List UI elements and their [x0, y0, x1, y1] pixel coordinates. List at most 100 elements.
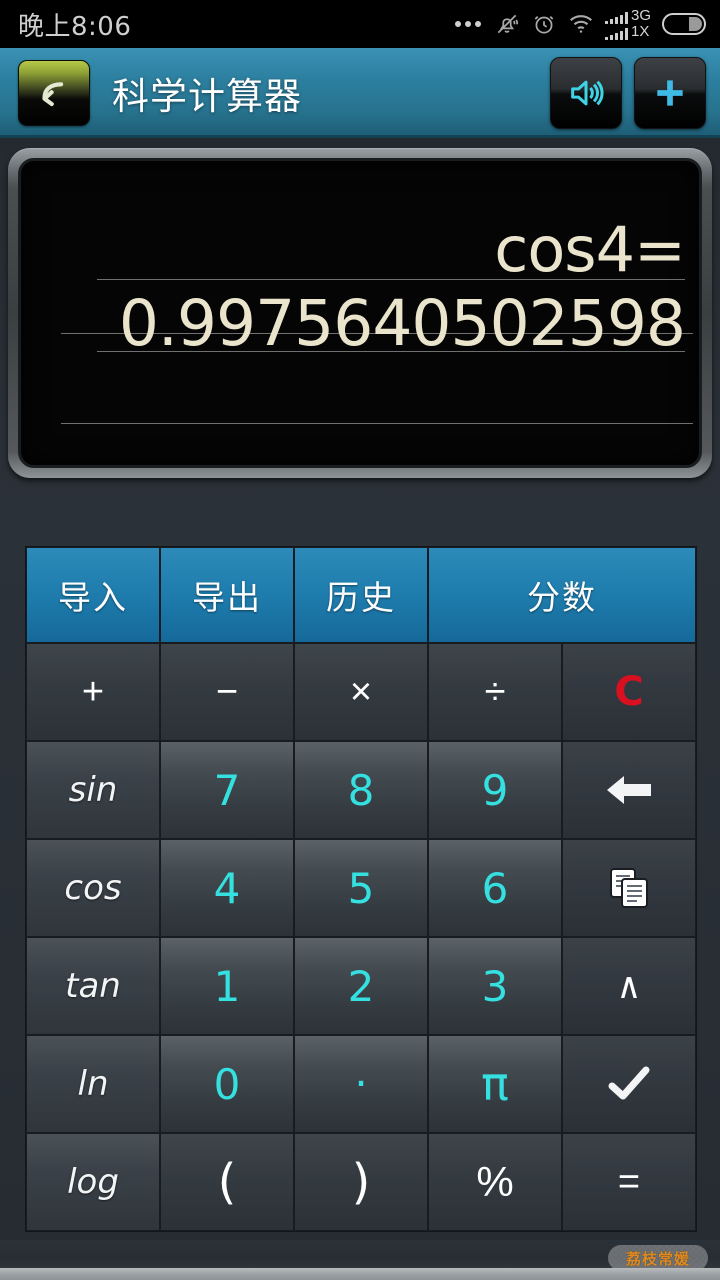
export-button[interactable]: 导出 [160, 547, 294, 643]
key-0-label: 0 [213, 1059, 241, 1109]
app-bar: 科学计算器 [0, 48, 720, 138]
key-percent-label: % [476, 1158, 514, 1205]
key-3-label: 3 [481, 961, 509, 1011]
key-tan[interactable]: tan [26, 937, 160, 1035]
key-sin[interactable]: sin [26, 741, 160, 839]
display-result: 0.9975640502598 [118, 287, 686, 360]
display-expression: cos4= [494, 213, 686, 286]
key-paren-close-label: ) [351, 1154, 371, 1210]
key-9[interactable]: 9 [428, 741, 562, 839]
key-sin-label: sin [68, 770, 118, 810]
key-clear[interactable]: C [562, 643, 696, 741]
key-7-label: 7 [213, 765, 241, 815]
key-6[interactable]: 6 [428, 839, 562, 937]
speaker-icon [571, 80, 604, 106]
key-cos[interactable]: cos [26, 839, 160, 937]
key-paren-open-label: ( [217, 1154, 237, 1210]
plus-icon [657, 80, 683, 106]
key-equals[interactable]: = [562, 1133, 696, 1231]
import-button[interactable]: 导入 [26, 547, 160, 643]
key-8-label: 8 [347, 765, 375, 815]
key-decimal[interactable]: · [294, 1035, 428, 1133]
history-label: 历史 [326, 578, 396, 617]
keypad-row-operators: + − × ÷ C [26, 643, 696, 741]
overflow-dots-icon [454, 21, 481, 27]
calculator-display[interactable]: cos4= 0.9975640502598 [18, 158, 702, 468]
key-multiply-label: × [349, 670, 373, 713]
key-divide[interactable]: ÷ [428, 643, 562, 741]
key-log[interactable]: log [26, 1133, 160, 1231]
page-title: 科学计算器 [112, 75, 302, 118]
key-log-label: log [67, 1162, 119, 1202]
bell-muted-icon [494, 11, 520, 37]
key-8[interactable]: 8 [294, 741, 428, 839]
key-2[interactable]: 2 [294, 937, 428, 1035]
key-minus-label: − [215, 670, 239, 713]
wifi-icon [568, 13, 594, 35]
keypad-row-0-dot-pi: ln 0 · π [26, 1035, 696, 1133]
key-plus-label: + [81, 670, 105, 713]
network-type-primary: 3G [630, 7, 651, 25]
app-bar-actions [550, 57, 706, 129]
key-percent[interactable]: % [428, 1133, 562, 1231]
status-bar: 晚上8:06 3G 1X [0, 0, 720, 48]
key-paren-open[interactable]: ( [160, 1133, 294, 1231]
key-7[interactable]: 7 [160, 741, 294, 839]
keypad-row-456: cos 4 5 6 [26, 839, 696, 937]
key-backspace[interactable] [562, 741, 696, 839]
key-2-label: 2 [347, 961, 375, 1011]
key-4-label: 4 [213, 863, 241, 913]
display-rule-4 [61, 423, 693, 424]
status-icons: 3G 1X [454, 7, 706, 40]
keypad: 导入 导出 历史 分数 + − × ÷ C sin 7 8 9 cos 4 5 … [25, 546, 697, 1232]
key-6-label: 6 [481, 863, 509, 913]
key-power-label: ∧ [618, 965, 640, 1007]
signal-bars-icon: 3G 1X [604, 7, 651, 40]
key-copy[interactable] [562, 839, 696, 937]
key-tan-label: tan [65, 966, 121, 1006]
battery-icon [662, 13, 706, 35]
keypad-row-123: tan 1 2 3 ∧ [26, 937, 696, 1035]
key-3[interactable]: 3 [428, 937, 562, 1035]
key-plus[interactable]: + [26, 643, 160, 741]
key-5-label: 5 [347, 863, 375, 913]
bottom-bar [0, 1268, 720, 1280]
copy-icon [610, 868, 648, 908]
status-time: 晚上8:06 [18, 11, 132, 42]
key-confirm[interactable] [562, 1035, 696, 1133]
key-0[interactable]: 0 [160, 1035, 294, 1133]
backspace-arrow-icon [607, 776, 651, 804]
fraction-label: 分数 [527, 578, 597, 617]
key-9-label: 9 [481, 765, 509, 815]
key-minus[interactable]: − [160, 643, 294, 741]
back-button[interactable] [18, 60, 90, 126]
sound-button[interactable] [550, 57, 622, 129]
keypad-row-789: sin 7 8 9 [26, 741, 696, 839]
key-equals-label: = [617, 1160, 641, 1203]
key-4[interactable]: 4 [160, 839, 294, 937]
network-type-secondary: 1X [630, 23, 650, 40]
keypad-action-row: 导入 导出 历史 分数 [26, 547, 696, 643]
key-pi-label: π [481, 1057, 509, 1111]
import-label: 导入 [58, 578, 128, 617]
export-label: 导出 [192, 578, 262, 617]
key-power[interactable]: ∧ [562, 937, 696, 1035]
key-ln-label: ln [77, 1064, 109, 1104]
key-1[interactable]: 1 [160, 937, 294, 1035]
key-ln[interactable]: ln [26, 1035, 160, 1133]
back-arrow-icon [42, 82, 64, 107]
add-button[interactable] [634, 57, 706, 129]
checkmark-icon [608, 1066, 650, 1100]
key-clear-label: C [614, 669, 644, 715]
key-5[interactable]: 5 [294, 839, 428, 937]
calculator-display-bezel: cos4= 0.9975640502598 [8, 148, 712, 478]
key-multiply[interactable]: × [294, 643, 428, 741]
key-pi[interactable]: π [428, 1035, 562, 1133]
history-button[interactable]: 历史 [294, 547, 428, 643]
key-cos-label: cos [64, 868, 122, 908]
fraction-button[interactable]: 分数 [428, 547, 696, 643]
calculator-app: 晚上8:06 3G 1X 科学计算器 cos4= 0.9975640502598… [0, 0, 720, 1280]
key-1-label: 1 [213, 961, 241, 1011]
key-paren-close[interactable]: ) [294, 1133, 428, 1231]
alarm-clock-icon [531, 11, 557, 37]
